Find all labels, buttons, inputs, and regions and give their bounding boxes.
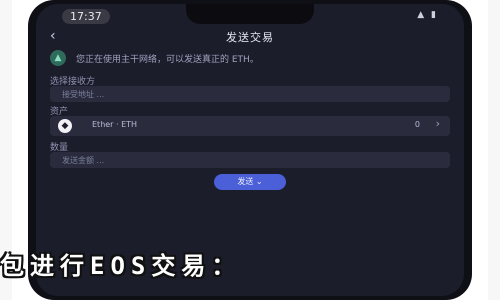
- warning-icon: ▲: [50, 50, 66, 66]
- send-label: 发送: [237, 177, 254, 186]
- recipient-placeholder: 接受地址 ...: [62, 90, 105, 99]
- network-notice: ▲ 您正在使用主干网络，可以发送真正的 ETH。: [50, 50, 450, 68]
- nav-bar: ‹ 发送交易: [36, 28, 464, 48]
- chevron-down-icon: ⌄: [255, 177, 263, 186]
- amount-placeholder: 发送金额 ...: [62, 156, 105, 165]
- status-time: 17:37: [62, 9, 110, 24]
- asset-name: Ether · ETH: [92, 120, 138, 129]
- asset-balance: 0: [414, 120, 420, 129]
- status-icons: ▲ ▮: [417, 10, 438, 20]
- notice-text: 您正在使用主干网络，可以发送真正的 ETH。: [76, 55, 259, 65]
- send-button[interactable]: 发送 ⌄: [214, 174, 286, 190]
- status-bar: 17:37 ▲ ▮: [36, 4, 464, 26]
- ether-icon: ◆: [58, 119, 72, 133]
- asset-select[interactable]: ◆ Ether · ETH 0 ›: [50, 116, 450, 136]
- page-title: 发送交易: [226, 31, 274, 44]
- notch: [186, 4, 314, 24]
- overlay-banner-text: 包进行EOS交易：: [0, 252, 242, 280]
- chevron-right-icon: ›: [435, 117, 440, 130]
- recipient-input[interactable]: 接受地址 ...: [50, 86, 450, 102]
- amount-input[interactable]: 发送金额 ...: [50, 152, 450, 168]
